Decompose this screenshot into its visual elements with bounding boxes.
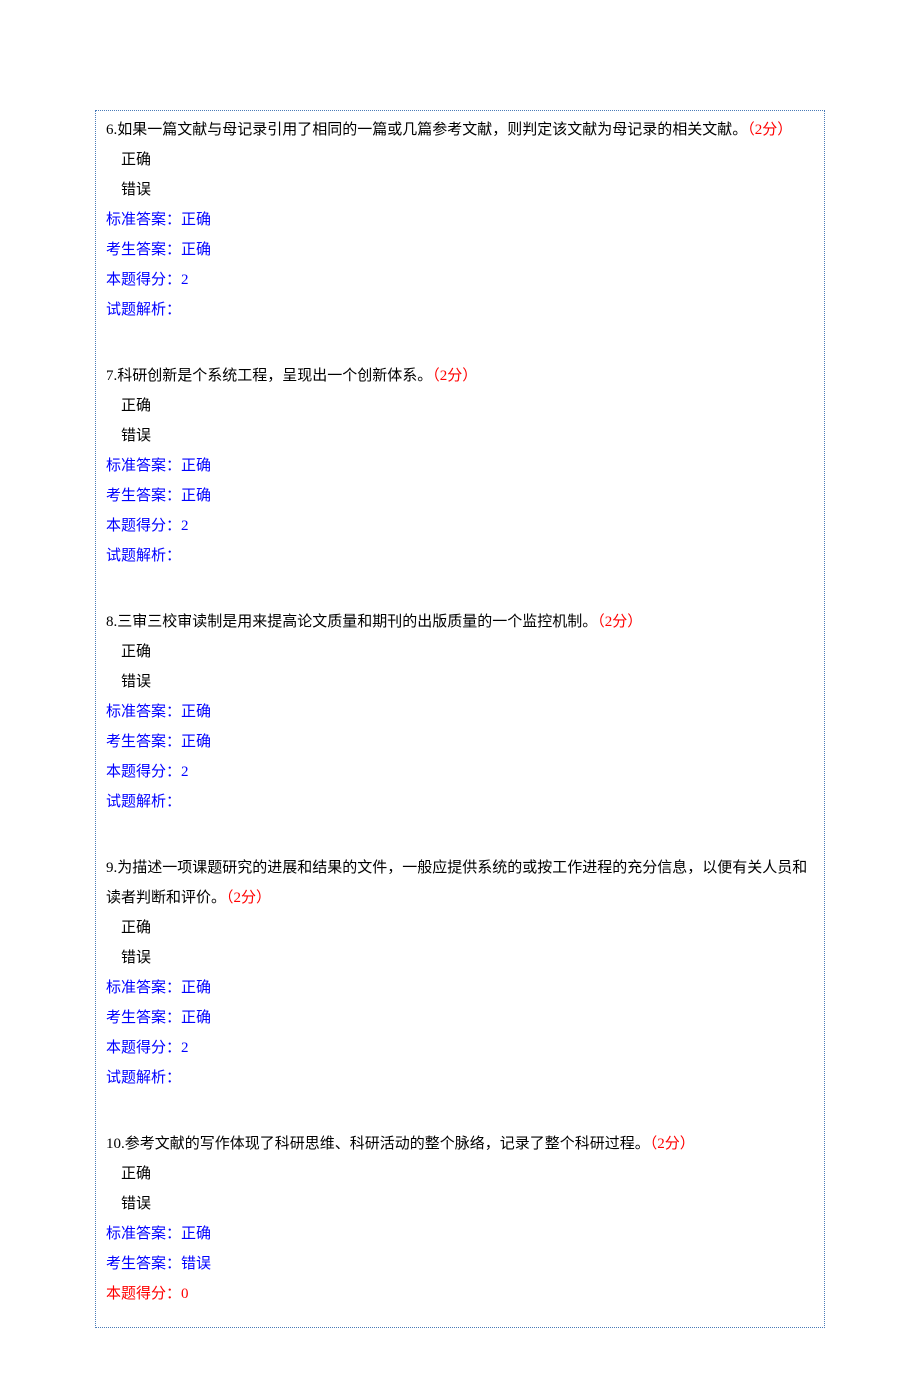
option-incorrect: 错误 bbox=[106, 175, 814, 205]
question-text: 7.科研创新是个系统工程，呈现出一个创新体系。（2分） bbox=[106, 361, 814, 391]
option-correct: 正确 bbox=[106, 391, 814, 421]
question-points: （2分） bbox=[226, 890, 271, 906]
standard-answer-line: 标准答案：正确 bbox=[106, 451, 814, 481]
question-body: 为描述一项课题研究的进展和结果的文件，一般应提供系统的或按工作进程的充分信息，以… bbox=[106, 860, 807, 906]
question-number: 6. bbox=[106, 122, 117, 138]
question-item: 7.科研创新是个系统工程，呈现出一个创新体系。（2分）正确错误标准答案：正确考生… bbox=[106, 361, 814, 599]
candidate-answer-line: 考生答案：正确 bbox=[106, 235, 814, 265]
question-points: （2分） bbox=[597, 614, 642, 630]
option-correct: 正确 bbox=[106, 637, 814, 667]
spacer bbox=[106, 571, 814, 599]
question-text: 8.三审三校审读制是用来提高论文质量和期刊的出版质量的一个监控机制。（2分） bbox=[106, 607, 814, 637]
question-item: 9.为描述一项课题研究的进展和结果的文件，一般应提供系统的或按工作进程的充分信息… bbox=[106, 853, 814, 1121]
question-item: 10.参考文献的写作体现了科研思维、科研活动的整个脉络，记录了整个科研过程。（2… bbox=[106, 1129, 814, 1309]
question-number: 8. bbox=[106, 614, 117, 630]
spacer bbox=[106, 325, 814, 353]
question-points: （2分） bbox=[747, 122, 792, 138]
question-number: 7. bbox=[106, 368, 117, 384]
standard-answer-line: 标准答案：正确 bbox=[106, 1219, 814, 1249]
candidate-answer-line: 考生答案：正确 bbox=[106, 481, 814, 511]
option-incorrect: 错误 bbox=[106, 421, 814, 451]
option-incorrect: 错误 bbox=[106, 667, 814, 697]
question-number: 10. bbox=[106, 1136, 125, 1152]
analysis-line: 试题解析： bbox=[106, 1063, 814, 1093]
spacer bbox=[106, 817, 814, 845]
score-line: 本题得分：2 bbox=[106, 757, 814, 787]
analysis-line: 试题解析： bbox=[106, 295, 814, 325]
analysis-line: 试题解析： bbox=[106, 787, 814, 817]
analysis-line: 试题解析： bbox=[106, 541, 814, 571]
question-body: 如果一篇文献与母记录引用了相同的一篇或几篇参考文献，则判定该文献为母记录的相关文… bbox=[117, 122, 747, 138]
score-line: 本题得分：2 bbox=[106, 511, 814, 541]
question-item: 6.如果一篇文献与母记录引用了相同的一篇或几篇参考文献，则判定该文献为母记录的相… bbox=[106, 115, 814, 353]
question-points: （2分） bbox=[432, 368, 477, 384]
question-item: 8.三审三校审读制是用来提高论文质量和期刊的出版质量的一个监控机制。（2分）正确… bbox=[106, 607, 814, 845]
question-text: 10.参考文献的写作体现了科研思维、科研活动的整个脉络，记录了整个科研过程。（2… bbox=[106, 1129, 814, 1159]
question-body: 科研创新是个系统工程，呈现出一个创新体系。 bbox=[117, 368, 432, 384]
question-text: 6.如果一篇文献与母记录引用了相同的一篇或几篇参考文献，则判定该文献为母记录的相… bbox=[106, 115, 814, 145]
score-line: 本题得分：2 bbox=[106, 1033, 814, 1063]
candidate-answer-line: 考生答案：正确 bbox=[106, 1003, 814, 1033]
option-incorrect: 错误 bbox=[106, 943, 814, 973]
score-line: 本题得分：2 bbox=[106, 265, 814, 295]
candidate-answer-line: 考生答案：错误 bbox=[106, 1249, 814, 1279]
standard-answer-line: 标准答案：正确 bbox=[106, 205, 814, 235]
option-incorrect: 错误 bbox=[106, 1189, 814, 1219]
question-body: 参考文献的写作体现了科研思维、科研活动的整个脉络，记录了整个科研过程。 bbox=[125, 1136, 650, 1152]
standard-answer-line: 标准答案：正确 bbox=[106, 973, 814, 1003]
question-body: 三审三校审读制是用来提高论文质量和期刊的出版质量的一个监控机制。 bbox=[117, 614, 597, 630]
candidate-answer-line: 考生答案：正确 bbox=[106, 727, 814, 757]
question-text: 9.为描述一项课题研究的进展和结果的文件，一般应提供系统的或按工作进程的充分信息… bbox=[106, 853, 814, 913]
option-correct: 正确 bbox=[106, 145, 814, 175]
standard-answer-line: 标准答案：正确 bbox=[106, 697, 814, 727]
questions-list: 6.如果一篇文献与母记录引用了相同的一篇或几篇参考文献，则判定该文献为母记录的相… bbox=[106, 115, 814, 1309]
spacer bbox=[106, 1093, 814, 1121]
exam-content: 6.如果一篇文献与母记录引用了相同的一篇或几篇参考文献，则判定该文献为母记录的相… bbox=[95, 110, 825, 1328]
question-number: 9. bbox=[106, 860, 117, 876]
score-line: 本题得分：0 bbox=[106, 1279, 814, 1309]
question-points: （2分） bbox=[650, 1136, 695, 1152]
option-correct: 正确 bbox=[106, 1159, 814, 1189]
option-correct: 正确 bbox=[106, 913, 814, 943]
